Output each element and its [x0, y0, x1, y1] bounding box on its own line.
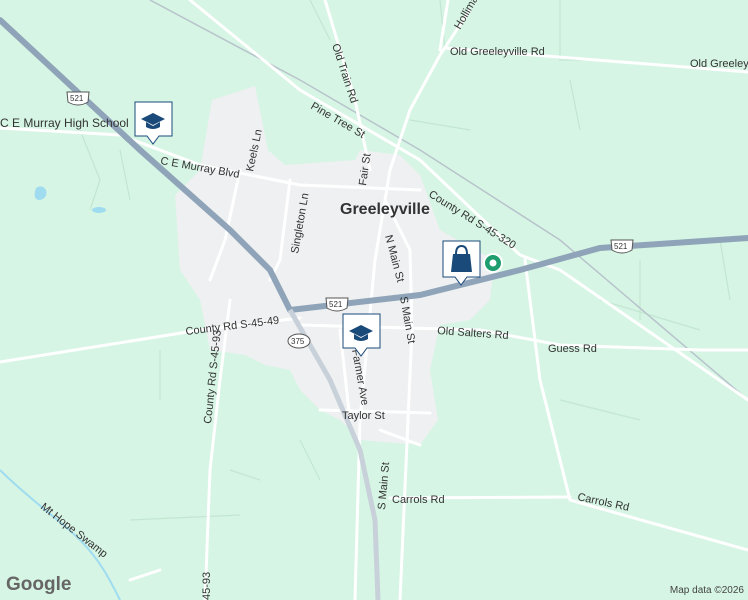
us521-shield: 521: [66, 91, 90, 106]
location-pin-icon[interactable]: [483, 253, 503, 273]
label-carrols-rd-left: Carrols Rd: [392, 494, 445, 506]
pond: [92, 207, 106, 213]
town-label[interactable]: Greeleyville: [340, 201, 430, 218]
us521-shield: 521: [610, 239, 634, 254]
svg-text:521: 521: [614, 242, 628, 251]
label-s-main-st-lower: S Main St: [376, 462, 392, 511]
label-old-greeleyville-right: Old Greeley: [690, 58, 748, 70]
map-attribution[interactable]: Map data ©2026: [670, 585, 744, 596]
label-old-salters-rd: Old Salters Rd: [437, 325, 509, 342]
svg-text:521: 521: [70, 94, 84, 103]
label-high-school[interactable]: C E Murray High School: [0, 116, 129, 130]
sc375-shield: 375: [287, 333, 311, 349]
graduation-cap-icon[interactable]: [134, 101, 173, 145]
attribution-text[interactable]: Map data ©2026: [670, 585, 744, 596]
svg-text:521: 521: [329, 300, 343, 309]
map-canvas[interactable]: Holliman Rd Old Greeleyville Rd Old Gree…: [0, 0, 748, 600]
label-old-greeleyville-rd: Old Greeleyville Rd: [450, 46, 545, 58]
map-svg: Holliman Rd Old Greeleyville Rd Old Gree…: [0, 0, 748, 600]
label-guess-rd: Guess Rd: [548, 343, 597, 355]
label-old-train-rd: Old Train Rd: [329, 42, 359, 104]
label-taylor-st: Taylor St: [342, 410, 385, 422]
svg-text:375: 375: [291, 337, 305, 346]
google-logo-text: Google: [6, 574, 72, 595]
label-mt-hope-swamp: Mt Hope Swamp: [38, 501, 109, 561]
us521-shield: 521: [325, 297, 349, 312]
google-logo: Google: [6, 574, 71, 596]
pond: [34, 186, 47, 200]
label-holliman-rd: Holliman Rd: [452, 0, 492, 32]
label-county-93-bottom: 45-93: [201, 572, 213, 600]
